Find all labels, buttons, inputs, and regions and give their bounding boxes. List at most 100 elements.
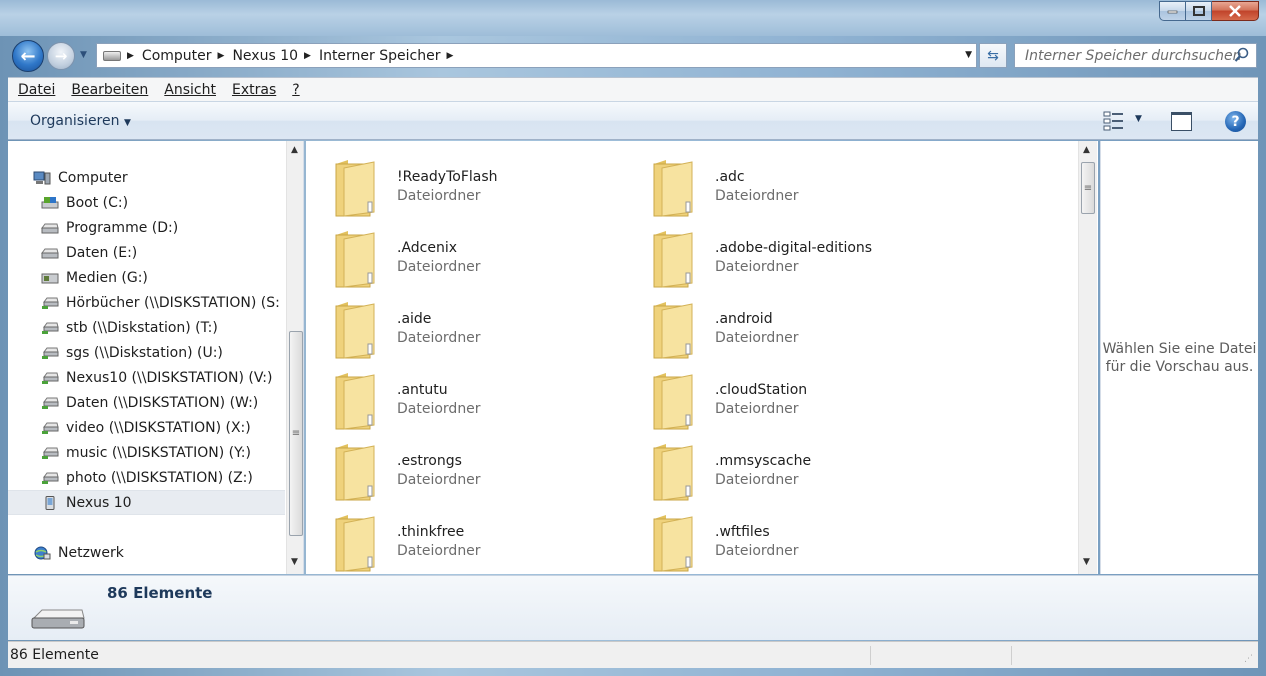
folder-item[interactable]: .mmsyscache Dateiordner xyxy=(624,432,924,501)
chevron-right-icon[interactable]: ▶ xyxy=(218,51,225,61)
title-bar[interactable] xyxy=(0,0,1266,36)
folder-name: .adc xyxy=(715,169,745,185)
command-bar: Organisieren ▼ ▼ ? xyxy=(8,101,1258,140)
menu-help[interactable]: ? xyxy=(292,82,299,98)
folder-item[interactable]: !ReadyToFlash Dateiordner xyxy=(306,148,606,217)
folder-name: .cloudStation xyxy=(715,382,808,398)
network-drive-icon xyxy=(42,422,59,434)
menu-extras[interactable]: Extras xyxy=(232,82,276,98)
folder-item[interactable]: .cloudStation Dateiordner xyxy=(624,361,924,430)
scroll-up-icon[interactable]: ▲ xyxy=(291,145,298,155)
tree-item-network-drive[interactable]: Nexus10 (\\DISKSTATION) (V:) xyxy=(8,365,285,390)
folder-type: Dateiordner xyxy=(397,188,481,204)
folder-item[interactable]: .adc Dateiordner xyxy=(624,148,924,217)
folder-name: .mmsyscache xyxy=(715,453,812,469)
breadcrumb-root-arrow[interactable]: ▶ xyxy=(127,51,142,61)
close-button[interactable] xyxy=(1212,1,1259,21)
tree-item-network-drive[interactable]: video (\\DISKSTATION) (X:) xyxy=(8,415,285,440)
folder-icon xyxy=(335,515,375,572)
scrollbar-thumb[interactable]: ≡ xyxy=(289,331,303,536)
folder-type: Dateiordner xyxy=(715,401,799,417)
tree-item-drive[interactable]: Medien (G:) xyxy=(8,265,285,290)
nav-pane-scrollbar[interactable]: ▲ ≡ ▼ xyxy=(286,141,303,574)
search-input[interactable]: Interner Speicher durchsuchen xyxy=(1014,43,1257,68)
caption-buttons xyxy=(1159,1,1259,21)
preview-pane-icon[interactable] xyxy=(1171,112,1192,131)
folder-name: .wftfiles xyxy=(715,524,770,540)
folder-item[interactable]: .wftfiles Dateiordner xyxy=(624,503,924,572)
folder-item[interactable]: .android Dateiordner xyxy=(624,290,924,359)
minimize-button[interactable] xyxy=(1159,1,1186,21)
close-icon xyxy=(1229,5,1241,17)
scroll-down-icon[interactable]: ▼ xyxy=(1083,557,1090,567)
tree-item-network[interactable]: Netzwerk xyxy=(8,540,285,565)
tree-item-network-drive[interactable]: music (\\DISKSTATION) (Y:) xyxy=(8,440,285,465)
preview-message: Wählen Sie eine Datei für die Vorschau a… xyxy=(1102,340,1257,375)
portable-device-icon xyxy=(45,495,55,510)
tree-item-network-drive[interactable]: Hörbücher (\\DISKSTATION) (S: xyxy=(8,290,285,315)
address-dropdown-icon[interactable]: ▼ xyxy=(965,50,972,60)
help-icon[interactable]: ? xyxy=(1225,111,1246,132)
folder-name: .adobe-digital-editions xyxy=(715,240,873,256)
tree-item-drive[interactable]: Boot (C:) xyxy=(8,190,285,215)
folder-icon xyxy=(335,373,375,430)
folder-item[interactable]: .adobe-digital-editions Dateiordner xyxy=(624,219,924,288)
refresh-button[interactable]: ⇆ xyxy=(979,43,1007,68)
folder-icon xyxy=(335,444,375,501)
status-bar: 86 Elemente ⋰ xyxy=(8,641,1258,668)
chevron-right-icon[interactable]: ▶ xyxy=(304,51,311,61)
tree-item-computer[interactable]: Computer xyxy=(8,165,285,190)
folder-type: Dateiordner xyxy=(715,259,799,275)
drive-icon xyxy=(103,50,121,61)
network-drive-icon xyxy=(42,372,59,384)
maximize-button[interactable] xyxy=(1186,1,1212,21)
folder-icon xyxy=(653,444,693,501)
breadcrumb-item[interactable]: Interner Speicher ▶ xyxy=(319,48,461,64)
menu-ansicht[interactable]: Ansicht xyxy=(164,82,216,98)
file-list-scrollbar[interactable]: ▲ ≡ ▼ xyxy=(1078,141,1097,574)
folder-tree: Computer Boot (C:) Programme (D:) Daten … xyxy=(8,165,285,565)
back-button[interactable]: ← xyxy=(12,40,44,72)
scrollbar-thumb[interactable]: ≡ xyxy=(1081,162,1095,214)
tree-item-network-drive[interactable]: sgs (\\Diskstation) (U:) xyxy=(8,340,285,365)
organize-button[interactable]: Organisieren ▼ xyxy=(30,113,131,129)
menu-bar: Datei Bearbeiten Ansicht Extras ? xyxy=(8,77,1258,101)
folder-name: .antutu xyxy=(397,382,448,398)
chevron-right-icon[interactable]: ▶ xyxy=(446,51,453,61)
tree-item-drive[interactable]: Programme (D:) xyxy=(8,215,285,240)
folder-item[interactable]: .estrongs Dateiordner xyxy=(306,432,606,501)
tree-item-network-drive[interactable]: photo (\\DISKSTATION) (Z:) xyxy=(8,465,285,490)
tree-item-nexus-10[interactable]: Nexus 10 xyxy=(8,490,285,515)
refresh-icon: ⇆ xyxy=(987,47,999,64)
forward-button[interactable]: → xyxy=(47,42,75,70)
folder-type: Dateiordner xyxy=(397,259,481,275)
view-dropdown-icon[interactable]: ▼ xyxy=(1135,114,1142,124)
drive-icon xyxy=(41,248,59,258)
breadcrumb-item[interactable]: Nexus 10 ▶ xyxy=(232,48,318,64)
folder-item[interactable]: .aide Dateiordner xyxy=(306,290,606,359)
resize-grip-icon[interactable]: ⋰ xyxy=(1244,654,1256,666)
folder-item[interactable]: .antutu Dateiordner xyxy=(306,361,606,430)
system-drive-icon xyxy=(41,196,59,208)
recent-pages-dropdown[interactable]: ▼ xyxy=(80,50,92,62)
scroll-up-icon[interactable]: ▲ xyxy=(1083,145,1090,155)
folder-item[interactable]: .thinkfree Dateiordner xyxy=(306,503,606,572)
scroll-down-icon[interactable]: ▼ xyxy=(291,557,298,567)
status-divider xyxy=(1011,646,1012,665)
menu-datei[interactable]: Datei xyxy=(18,82,55,98)
tree-item-network-drive[interactable]: Daten (\\DISKSTATION) (W:) xyxy=(8,390,285,415)
search-icon xyxy=(1234,47,1249,62)
breadcrumb-item[interactable]: Computer ▶ xyxy=(142,48,233,64)
folder-name: .android xyxy=(715,311,773,327)
folder-item[interactable]: .Adcenix Dateiordner xyxy=(306,219,606,288)
address-bar[interactable]: ▶ Computer ▶ Nexus 10 ▶ Interner Speicher ▶… xyxy=(96,43,977,68)
view-options-icon[interactable] xyxy=(1103,111,1125,131)
tree-item-network-drive[interactable]: stb (\\Diskstation) (T:) xyxy=(8,315,285,340)
menu-bearbeiten[interactable]: Bearbeiten xyxy=(71,82,148,98)
folder-icon xyxy=(653,373,693,430)
explorer-window: ← → ▼ ▶ Computer ▶ Nexus 10 ▶ Interner Spe… xyxy=(0,0,1266,676)
status-text: 86 Elemente xyxy=(10,647,99,663)
minimize-icon xyxy=(1167,10,1177,14)
tree-item-drive[interactable]: Daten (E:) xyxy=(8,240,285,265)
folder-icon xyxy=(335,160,375,217)
